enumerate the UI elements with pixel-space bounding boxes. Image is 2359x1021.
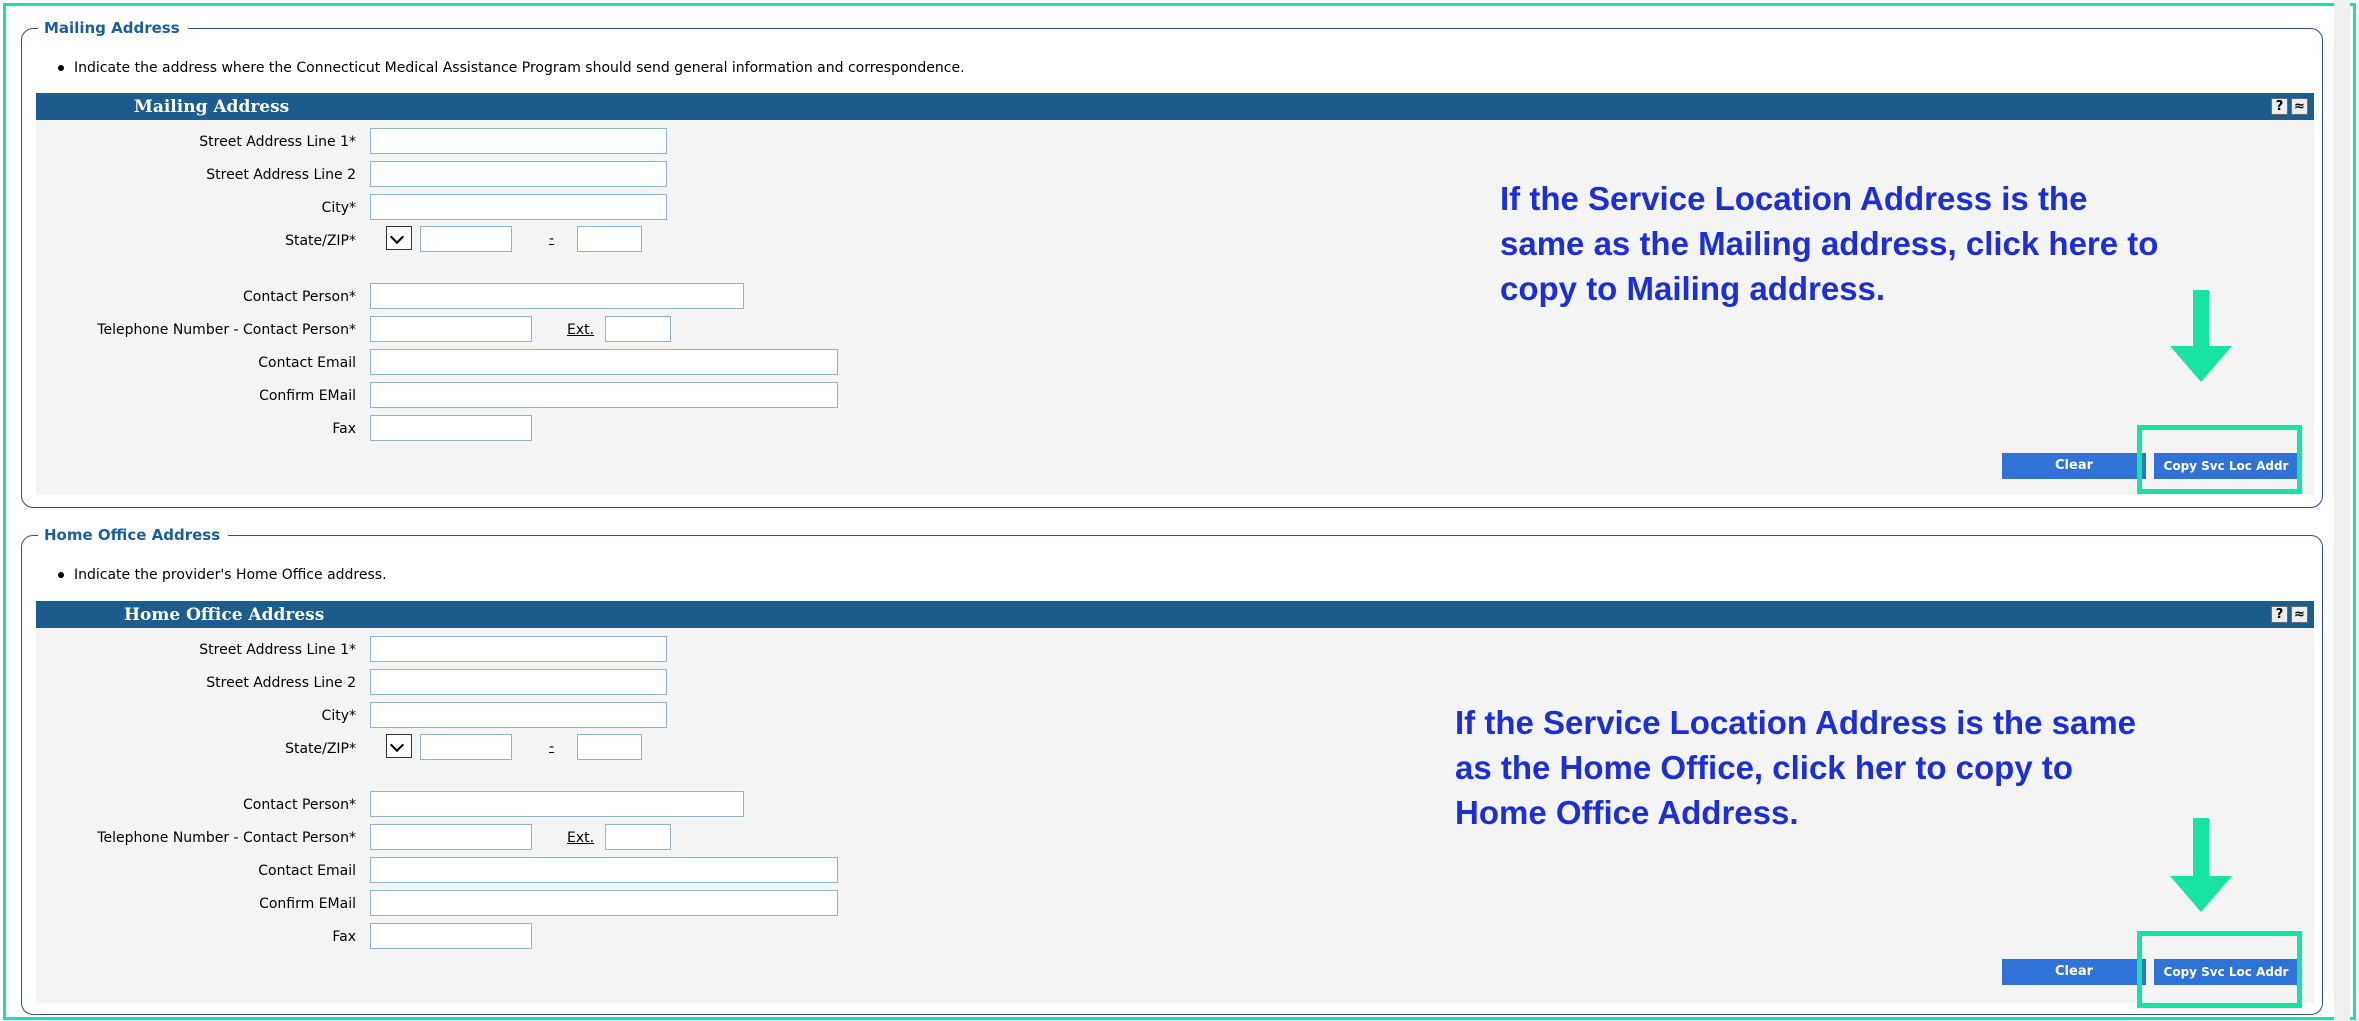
collapse-icon[interactable]: ≈ [2291, 98, 2308, 115]
chevron-down-icon [389, 229, 405, 245]
zip-extension-input[interactable] [577, 226, 642, 252]
instruction-text: Indicate the provider's Home Office addr… [58, 566, 387, 584]
contact-email-label: Contact Email [258, 863, 356, 879]
bullet-icon [58, 65, 64, 71]
confirm-email-input[interactable] [370, 382, 838, 408]
collapse-icon[interactable]: ≈ [2291, 606, 2308, 623]
instruction-text: Indicate the address where the Connectic… [58, 59, 965, 77]
annotation-line: same as the Mailing address, click here … [1500, 225, 2159, 262]
annotation-line: Home Office Address. [1455, 794, 1799, 831]
street1-label: Street Address Line 1* [199, 642, 356, 658]
down-arrow-icon [2170, 876, 2232, 912]
phone-label: Telephone Number - Contact Person* [97, 322, 356, 338]
panel-title: Home Office Address [124, 605, 325, 625]
confirm-email-label: Confirm EMail [259, 896, 356, 912]
zip-extension-input[interactable] [577, 734, 642, 760]
street2-label: Street Address Line 2 [206, 675, 356, 691]
street1-input[interactable] [370, 128, 667, 154]
street2-input[interactable] [370, 161, 667, 187]
state-zip-label: State/ZIP* [285, 233, 356, 249]
panel-header: Mailing Address ? ≈ [36, 93, 2314, 120]
scrollbar[interactable] [2334, 0, 2350, 1021]
fax-input[interactable] [370, 923, 532, 949]
panel-header: Home Office Address ? ≈ [36, 601, 2314, 628]
ext-input[interactable] [605, 824, 671, 850]
arrow-shaft [2193, 818, 2209, 878]
phone-label: Telephone Number - Contact Person* [97, 830, 356, 846]
state-select[interactable] [386, 734, 412, 758]
arrow-shaft [2193, 290, 2209, 348]
panel-title: Mailing Address [134, 97, 290, 117]
confirm-email-input[interactable] [370, 890, 838, 916]
annotation-line: copy to Mailing address. [1500, 270, 1886, 307]
annotation-line: as the Home Office, click her to copy to [1455, 749, 2073, 786]
mailing-annotation: If the Service Location Address is the s… [1500, 176, 2158, 311]
street2-label: Street Address Line 2 [206, 167, 356, 183]
clear-button[interactable]: Clear [2002, 959, 2146, 985]
city-label: City* [321, 200, 356, 216]
state-select[interactable] [386, 226, 412, 250]
bullet-icon [58, 572, 64, 578]
contact-email-label: Contact Email [258, 355, 356, 371]
annotation-line: If the Service Location Address is the [1500, 180, 2088, 217]
zip-dash: - [549, 231, 555, 247]
contact-person-input[interactable] [370, 791, 744, 817]
phone-input[interactable] [370, 824, 532, 850]
contact-person-input[interactable] [370, 283, 744, 309]
ext-input[interactable] [605, 316, 671, 342]
city-input[interactable] [370, 702, 667, 728]
fieldset-legend: Home Office Address [38, 524, 229, 546]
contact-email-input[interactable] [370, 857, 838, 883]
annotation-line: If the Service Location Address is the s… [1455, 704, 2137, 741]
help-icon[interactable]: ? [2271, 606, 2288, 623]
help-icon[interactable]: ? [2271, 98, 2288, 115]
copy-svc-loc-addr-button[interactable]: Copy Svc Loc Addr [2154, 453, 2298, 479]
contact-person-label: Contact Person* [243, 797, 356, 813]
state-zip-label: State/ZIP* [285, 741, 356, 757]
street1-label: Street Address Line 1* [199, 134, 356, 150]
chevron-down-icon [389, 737, 405, 753]
contact-email-input[interactable] [370, 349, 838, 375]
ext-label: Ext. [567, 830, 595, 846]
fax-input[interactable] [370, 415, 532, 441]
zip-input[interactable] [420, 734, 512, 760]
confirm-email-label: Confirm EMail [259, 388, 356, 404]
phone-input[interactable] [370, 316, 532, 342]
home-office-annotation: If the Service Location Address is the s… [1455, 700, 2136, 835]
fax-label: Fax [332, 421, 356, 437]
ext-label: Ext. [567, 322, 595, 338]
fieldset-legend: Mailing Address [38, 17, 188, 39]
copy-svc-loc-addr-button[interactable]: Copy Svc Loc Addr [2154, 959, 2298, 985]
zip-input[interactable] [420, 226, 512, 252]
city-input[interactable] [370, 194, 667, 220]
zip-dash: - [549, 739, 555, 755]
city-label: City* [321, 708, 356, 724]
contact-person-label: Contact Person* [243, 289, 356, 305]
down-arrow-icon [2170, 346, 2232, 382]
street1-input[interactable] [370, 636, 667, 662]
clear-button[interactable]: Clear [2002, 453, 2146, 479]
fax-label: Fax [332, 929, 356, 945]
street2-input[interactable] [370, 669, 667, 695]
